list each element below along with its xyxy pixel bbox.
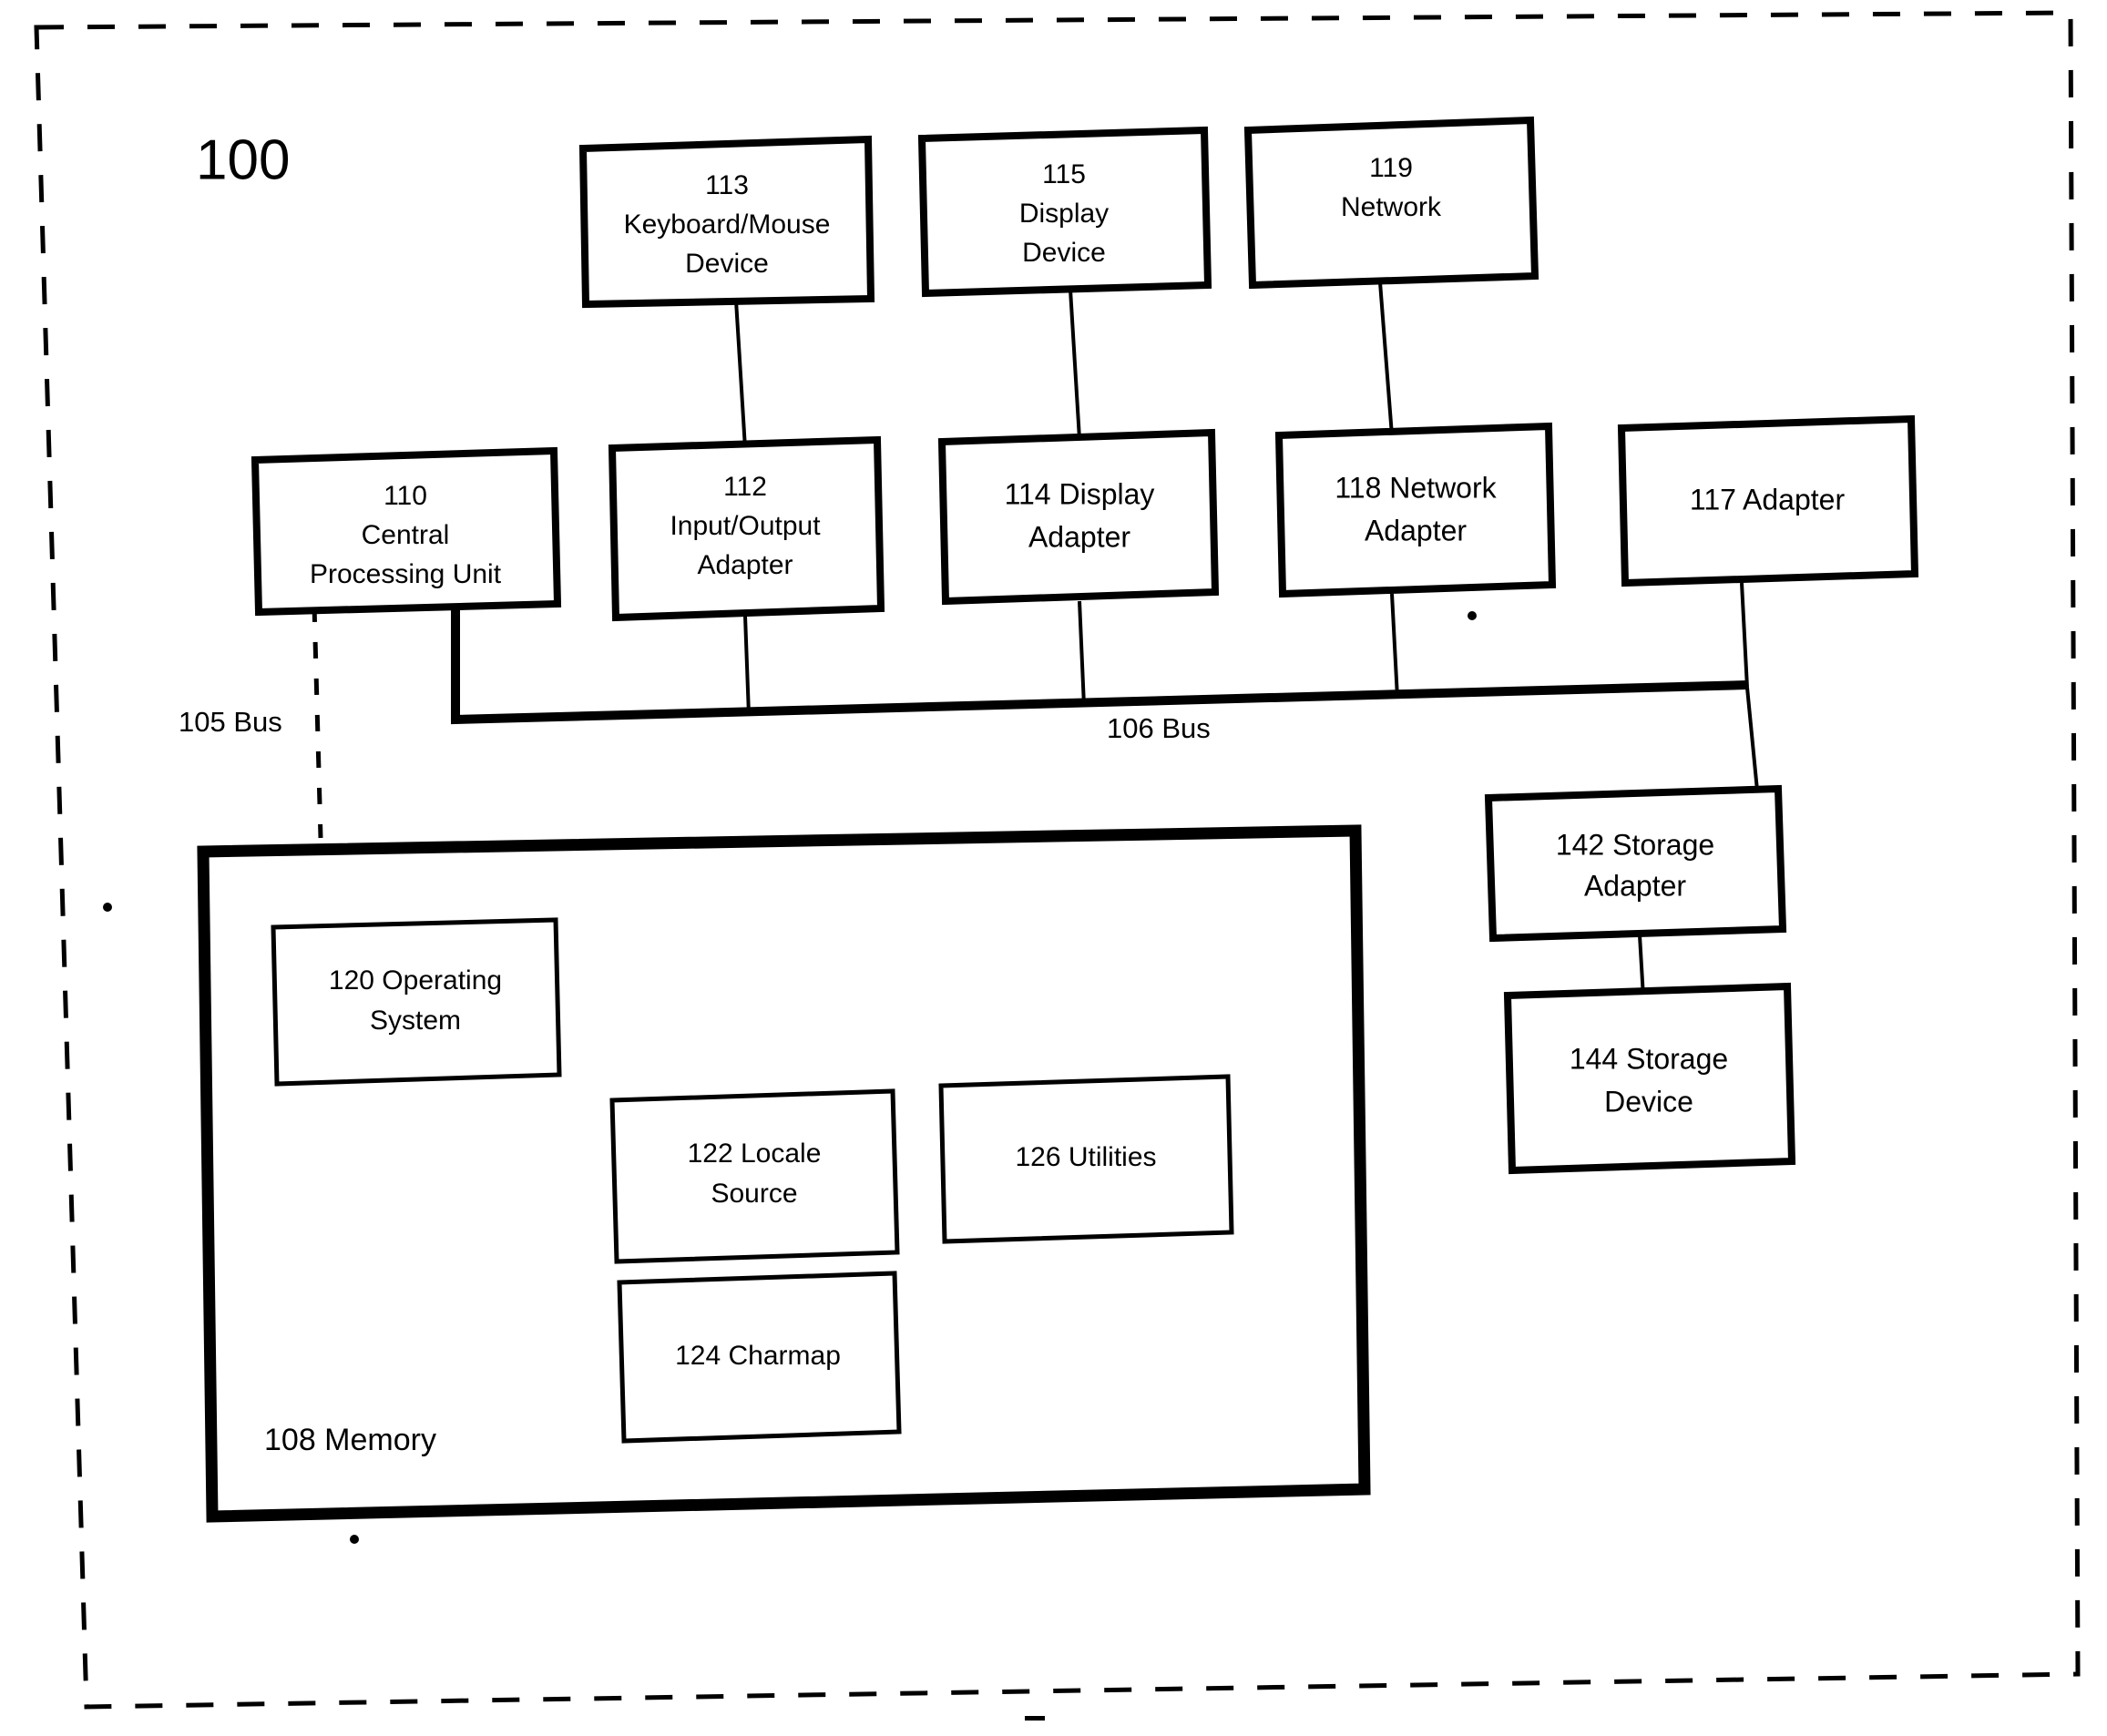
connector-bus106-to-storageadapter xyxy=(1745,687,1760,801)
box-io-adapter-id: 112 xyxy=(723,472,767,502)
box-keyboard-mouse-device-name2: Device xyxy=(685,249,769,279)
diagram-page: 100 105 Bus 106 Bus 113 Keyboard/Mouse D… xyxy=(0,0,2107,1736)
box-storage-adapter-id: 142 Storage xyxy=(1556,828,1714,861)
box-storage-device[interactable] xyxy=(1503,982,1796,1175)
box-display-device-id: 115 xyxy=(1042,159,1086,189)
connector-networkadapter-to-bus106 xyxy=(1390,593,1399,699)
connector-io-to-bus106 xyxy=(743,615,751,716)
box-network-adapter-name: Adapter xyxy=(1365,514,1467,546)
box-locale-source[interactable] xyxy=(609,1088,900,1264)
box-storage-adapter-name: Adapter xyxy=(1584,869,1686,902)
box-locale-source-name: Source xyxy=(711,1179,797,1209)
scan-artifact-dash-bottom xyxy=(1025,1716,1045,1721)
box-network-adapter-id: 118 Network xyxy=(1335,471,1497,504)
box-display-device-name: Display xyxy=(1019,199,1109,229)
scan-artifact-dot-left xyxy=(103,903,112,912)
bus-106-label: 106 Bus xyxy=(1107,712,1211,744)
box-adapter-117-label: 117 Adapter xyxy=(1690,483,1846,516)
connector-adapter117-to-bus106 xyxy=(1740,582,1749,689)
box-io-adapter-name: Input/Output xyxy=(670,511,821,541)
box-charmap-label: 124 Charmap xyxy=(675,1341,841,1371)
connector-displayadapter-to-bus106 xyxy=(1078,600,1086,707)
box-network-id: 119 xyxy=(1369,153,1413,183)
box-operating-system-name: System xyxy=(370,1006,461,1036)
box-display-device-name2: Device xyxy=(1022,238,1106,268)
scan-artifact-dot-mid xyxy=(1468,611,1477,620)
box-memory-label: 108 Memory xyxy=(264,1423,436,1457)
box-storage-device-id: 144 Storage xyxy=(1570,1042,1728,1075)
bus-105-label: 105 Bus xyxy=(179,706,282,738)
box-operating-system[interactable] xyxy=(271,917,562,1087)
box-utilities-label: 126 Utilities xyxy=(1015,1142,1156,1172)
box-storage-device-name: Device xyxy=(1604,1085,1693,1118)
connector-keyboard-to-io xyxy=(734,300,747,449)
box-cpu-id: 110 xyxy=(384,481,427,511)
box-network-adapter[interactable] xyxy=(1274,422,1557,598)
box-io-adapter-name2: Adapter xyxy=(697,550,793,580)
bus-105-dashed-line xyxy=(312,605,323,839)
box-display-adapter[interactable] xyxy=(937,428,1220,606)
connector-network-to-networkadapter xyxy=(1378,281,1394,436)
box-keyboard-mouse-device-id: 113 xyxy=(705,170,749,200)
box-storage-adapter[interactable] xyxy=(1484,784,1787,943)
system-block-diagram: 100 105 Bus 106 Bus 113 Keyboard/Mouse D… xyxy=(34,10,2081,1721)
box-cpu-name: Central xyxy=(362,520,450,550)
box-network-name: Network xyxy=(1341,192,1442,222)
connector-display-to-displayadapter xyxy=(1069,289,1081,440)
figure-number: 100 xyxy=(196,128,290,191)
box-cpu-name2: Processing Unit xyxy=(310,559,502,589)
box-operating-system-id: 120 Operating xyxy=(329,965,502,996)
box-display-adapter-id: 114 Display xyxy=(1005,477,1155,510)
box-display-adapter-name: Adapter xyxy=(1028,520,1130,553)
box-locale-source-id: 122 Locale xyxy=(688,1139,822,1169)
scan-artifact-dot-bottom xyxy=(350,1535,359,1544)
box-keyboard-mouse-device-name: Keyboard/Mouse xyxy=(624,209,831,240)
